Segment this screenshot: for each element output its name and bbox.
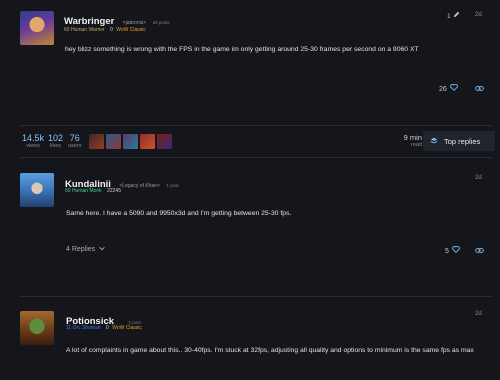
link-icon[interactable] [475,85,484,92]
chevron-down-icon [99,246,105,251]
like-count: 5 [445,248,449,255]
game-label: WoW Classic [112,325,142,331]
post-count: 28 posts [152,20,170,25]
post-count: 1 post [166,183,179,188]
like-control[interactable]: 26 [439,83,458,93]
post-body: hey blizz something is wrong with the FP… [65,46,419,53]
participant-avatar[interactable] [106,134,121,149]
post-age[interactable]: 2d [475,175,482,181]
avatar[interactable] [20,311,54,345]
race-class: 60 Human Monk [65,188,102,194]
stat-likes: 102 likes [48,133,63,149]
race-class: 11 Orc Shaman [66,325,101,331]
achievement-points: 22245 [107,188,121,194]
guild-tag: <Legacy of Khan> [119,183,160,189]
heart-icon[interactable] [449,83,458,91]
achievement-points: 0 [110,27,113,33]
divider [20,125,492,126]
heart-icon[interactable] [452,245,460,253]
layers-icon [430,137,438,144]
replies-toggle[interactable]: 4 Replies [66,246,105,253]
post-age[interactable]: 2d [475,12,482,18]
stat-read-time: 9 min read [400,133,422,148]
divider [20,157,492,158]
game-label: WoW Classic [116,27,146,33]
likes-label: likes [50,143,62,149]
stat-views: 14.5k views [22,133,44,149]
top-replies-label: Top replies [444,136,481,146]
read-time: 9 min [403,133,422,142]
post-body: Same here. I have a 5090 and 9950x3d and… [66,210,292,217]
replies-count: 4 Replies [66,246,96,253]
users-label: users [68,143,82,149]
stat-users: 76 users [68,133,81,149]
post-body: A lot of complaints in game about this..… [66,347,474,354]
race-class: 60 Human Warrior [64,27,105,33]
read-label: read [410,142,422,148]
participant-avatar[interactable] [157,134,172,149]
users-count: 76 [69,133,80,143]
author-name[interactable]: Warbringer [64,16,114,27]
guild-tag: <jabronis> [122,20,147,26]
achievement-points: 0 [106,325,109,331]
top-replies-button[interactable]: Top replies [423,131,495,151]
avatar[interactable] [20,11,54,45]
avatar[interactable] [20,173,54,207]
participant-avatar[interactable] [89,134,104,149]
like-count: 26 [439,86,447,93]
like-control[interactable]: 5 [445,245,460,255]
views-count: 14.5k [22,133,45,143]
post-number-value: 1 [447,13,451,20]
link-icon[interactable] [475,247,484,254]
divider [20,296,492,297]
likes-count: 102 [48,133,64,143]
participant-avatar[interactable] [123,134,138,149]
author-meta: 60 Human Warrior 0 WoW Classic [64,27,146,33]
views-label: views [26,143,40,149]
author-meta: 11 Orc Shaman 0 WoW Classic [66,325,142,331]
author-meta: 60 Human Monk 22245 [65,188,121,194]
post-age[interactable]: 2d [475,311,482,317]
participant-avatar[interactable] [140,134,155,149]
pencil-icon[interactable] [453,11,460,18]
post-number: 1 [447,11,460,20]
